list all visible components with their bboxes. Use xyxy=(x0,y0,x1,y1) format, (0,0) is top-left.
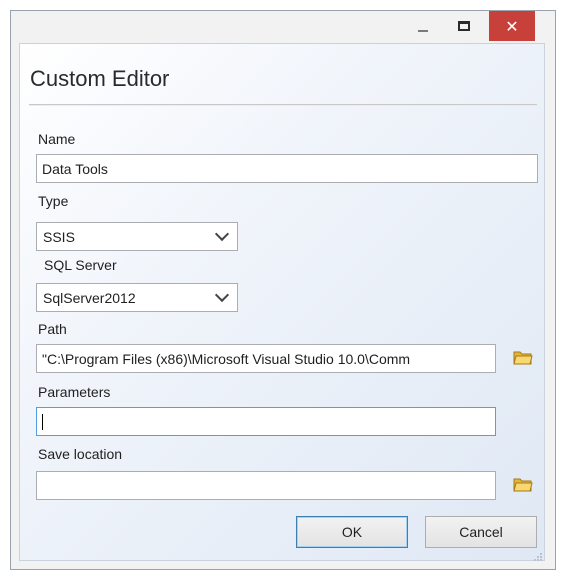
sql-server-selected-value: SqlServer2012 xyxy=(43,289,136,306)
path-field[interactable]: "C:\Program Files (x86)\Microsoft Visual… xyxy=(36,344,496,373)
close-button[interactable]: ✕ xyxy=(489,11,535,41)
parameters-label: Parameters xyxy=(38,384,111,400)
path-label: Path xyxy=(38,321,67,337)
maximize-button[interactable] xyxy=(449,11,479,41)
maximize-icon xyxy=(458,21,470,31)
resize-grip-icon[interactable] xyxy=(533,552,543,562)
chevron-down-icon xyxy=(214,226,230,242)
minimize-button[interactable] xyxy=(408,11,438,41)
type-label: Type xyxy=(38,193,69,209)
chevron-down-icon xyxy=(214,287,230,303)
save-location-label: Save location xyxy=(38,446,123,462)
title-bar[interactable]: ✕ xyxy=(11,11,555,43)
cancel-button[interactable]: Cancel xyxy=(425,516,537,548)
name-field[interactable]: Data Tools xyxy=(36,154,538,183)
type-selected-value: SSIS xyxy=(43,228,75,245)
text-caret xyxy=(42,413,43,430)
minimize-icon xyxy=(418,30,428,32)
path-value: "C:\Program Files (x86)\Microsoft Visual… xyxy=(42,350,411,367)
type-dropdown[interactable]: SSIS xyxy=(36,222,238,251)
save-location-field[interactable] xyxy=(36,471,496,500)
name-value: Data Tools xyxy=(42,160,108,177)
close-icon: ✕ xyxy=(505,16,519,36)
folder-icon[interactable] xyxy=(513,348,533,366)
dialog-heading: Custom Editor xyxy=(30,66,170,91)
folder-icon[interactable] xyxy=(513,475,533,493)
ok-button[interactable]: OK xyxy=(296,516,408,548)
heading-divider xyxy=(29,104,537,106)
sql-server-label: SQL Server xyxy=(44,257,117,273)
parameters-field[interactable] xyxy=(36,407,496,436)
name-label: Name xyxy=(38,131,76,147)
sql-server-dropdown[interactable]: SqlServer2012 xyxy=(36,283,238,312)
